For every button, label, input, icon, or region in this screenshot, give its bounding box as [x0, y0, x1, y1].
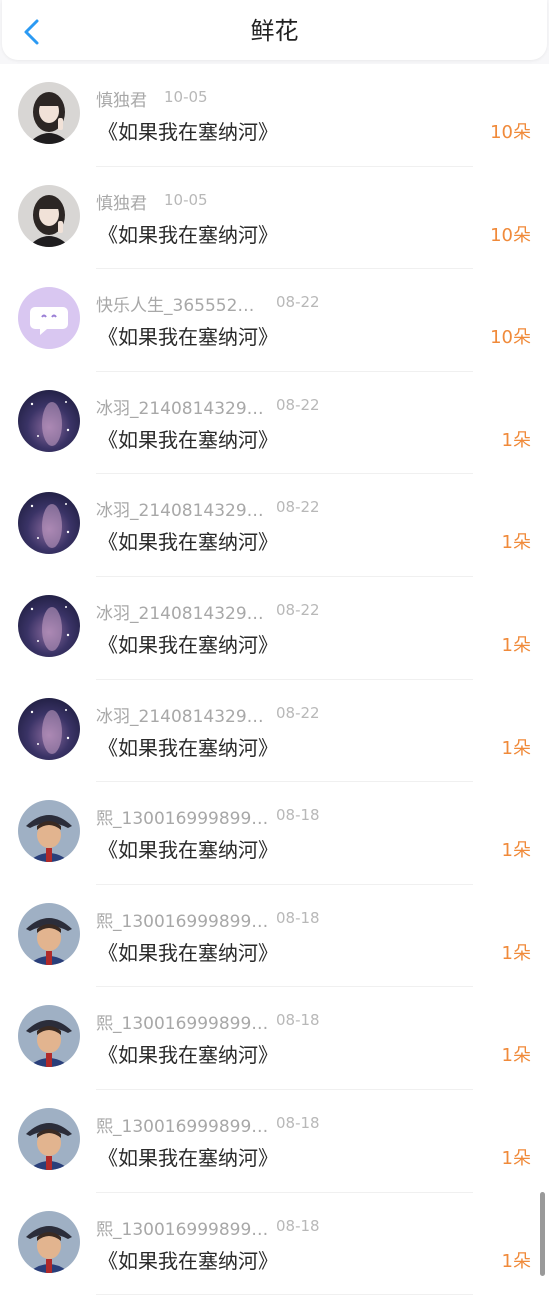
book-title: 《如果我在塞纳河》	[98, 1145, 278, 1170]
avatar[interactable]	[18, 800, 80, 863]
book-title: 《如果我在塞纳河》	[98, 735, 278, 760]
flower-count: 1朵	[501, 840, 531, 862]
avatar[interactable]	[18, 492, 80, 555]
gift-date: 10-05	[164, 190, 208, 209]
flower-list: 慎独君 10-05 《如果我在塞纳河》 10朵 慎独君 10-05 《如果我在塞…	[0, 64, 549, 1295]
flower-count: 1朵	[501, 737, 531, 759]
list-item[interactable]: 熙_130016999899… 08-18 《如果我在塞纳河》 1朵	[0, 1090, 549, 1193]
user-name: 冰羽_2140814329…	[96, 603, 264, 624]
avatar[interactable]	[18, 184, 80, 247]
list-item[interactable]: 慎独君 10-05 《如果我在塞纳河》 10朵	[0, 167, 549, 270]
user-name: 冰羽_2140814329…	[96, 706, 264, 727]
flower-count: 1朵	[501, 1045, 531, 1067]
avatar[interactable]	[18, 902, 80, 965]
gift-date: 08-22	[276, 498, 320, 517]
book-title: 《如果我在塞纳河》	[98, 120, 278, 144]
book-title: 《如果我在塞纳河》	[98, 530, 278, 555]
gift-date: 08-18	[276, 1216, 320, 1235]
book-title: 《如果我在塞纳河》	[98, 632, 278, 657]
gift-date: 08-18	[276, 1011, 320, 1030]
avatar[interactable]	[18, 1107, 80, 1170]
flower-count: 1朵	[501, 942, 531, 964]
avatar[interactable]	[18, 287, 80, 350]
user-name: 熙_130016999899…	[96, 911, 269, 932]
user-name: 熙_130016999899…	[96, 1014, 269, 1035]
user-name: 慎独君	[96, 193, 147, 214]
page-title: 鲜花	[250, 17, 299, 45]
flower-count: 10朵	[490, 122, 531, 143]
gift-date: 08-22	[276, 293, 320, 312]
gift-date: 08-18	[276, 908, 320, 927]
list-item[interactable]: 冰羽_2140814329… 08-22 《如果我在塞纳河》 1朵	[0, 680, 549, 783]
user-name: 熙_130016999899…	[96, 1116, 269, 1137]
flower-count: 10朵	[490, 327, 531, 349]
list-item[interactable]: 冰羽_2140814329… 08-22 《如果我在塞纳河》 1朵	[0, 474, 549, 577]
book-title: 《如果我在塞纳河》	[98, 325, 278, 350]
user-name: 快乐人生_365552…	[96, 296, 255, 317]
user-name: 冰羽_2140814329…	[96, 398, 264, 419]
top-bar: 鲜花	[2, 0, 547, 60]
avatar[interactable]	[18, 1210, 80, 1273]
book-title: 《如果我在塞纳河》	[98, 222, 278, 247]
scrollbar[interactable]	[540, 1192, 545, 1276]
user-name: 慎独君	[96, 91, 147, 111]
list-item[interactable]: 冰羽_2140814329… 08-22 《如果我在塞纳河》 1朵	[0, 372, 549, 475]
flower-count: 1朵	[501, 429, 531, 451]
user-name: 冰羽_2140814329…	[96, 501, 264, 522]
gift-date: 08-22	[276, 395, 320, 414]
book-title: 《如果我在塞纳河》	[98, 1248, 278, 1273]
book-title: 《如果我在塞纳河》	[98, 1043, 278, 1068]
avatar[interactable]	[18, 1005, 80, 1068]
gift-date: 08-18	[276, 806, 320, 825]
avatar[interactable]	[18, 697, 80, 760]
flower-count: 1朵	[501, 532, 531, 554]
flower-count: 1朵	[501, 1250, 531, 1272]
user-name: 熙_130016999899…	[96, 1219, 269, 1240]
list-item[interactable]: 熙_130016999899… 08-18 《如果我在塞纳河》 1朵	[0, 987, 549, 1090]
avatar[interactable]	[18, 594, 80, 657]
book-title: 《如果我在塞纳河》	[98, 940, 278, 965]
list-item[interactable]: 熙_130016999899… 08-18 《如果我在塞纳河》 1朵	[0, 782, 549, 885]
user-name: 熙_130016999899…	[96, 809, 269, 830]
flower-count: 1朵	[501, 1147, 531, 1169]
book-title: 《如果我在塞纳河》	[98, 427, 278, 452]
gift-date: 08-18	[276, 1113, 320, 1132]
list-item[interactable]: 快乐人生_365552… 08-22 《如果我在塞纳河》 10朵	[0, 269, 549, 372]
list-item[interactable]: 慎独君 10-05 《如果我在塞纳河》 10朵	[0, 64, 549, 167]
avatar[interactable]	[18, 82, 80, 144]
gift-date: 10-05	[164, 88, 208, 106]
book-title: 《如果我在塞纳河》	[98, 838, 278, 863]
avatar[interactable]	[18, 389, 80, 452]
gift-date: 08-22	[276, 600, 320, 619]
list-item[interactable]: 熙_130016999899… 08-18 《如果我在塞纳河》 1朵	[0, 885, 549, 988]
gift-date: 08-22	[276, 703, 320, 722]
flower-count: 1朵	[501, 634, 531, 656]
list-item[interactable]: 冰羽_2140814329… 08-22 《如果我在塞纳河》 1朵	[0, 577, 549, 680]
flower-count: 10朵	[490, 224, 531, 246]
